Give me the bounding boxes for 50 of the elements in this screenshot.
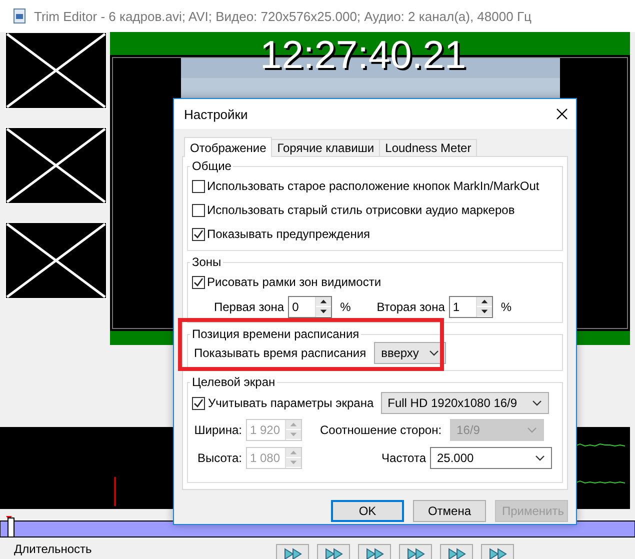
checkbox[interactable] (192, 228, 205, 240)
arrow-down-icon[interactable] (316, 307, 332, 316)
checkbox[interactable] (192, 396, 205, 410)
checkbox-label: Использовать старый стиль отрисовки аудио маркеров (207, 203, 515, 217)
empty-thumbnail-icon[interactable] (5, 222, 107, 299)
field-label: Частота (380, 451, 426, 465)
close-icon[interactable] (556, 108, 568, 120)
app-icon (12, 8, 28, 24)
group-title: Общие (191, 159, 232, 173)
field-label: Соотношение сторон: (320, 423, 442, 437)
empty-thumbnail-icon[interactable] (5, 32, 107, 109)
chevron-down-icon (429, 350, 440, 356)
tab[interactable]: Отображение (184, 137, 272, 157)
tab[interactable]: Горячие клавиши (271, 139, 380, 157)
field-label: Высота: (196, 451, 242, 465)
checkbox-label: Использовать старое расположение кнопок MarkIn/MarkOut (207, 179, 540, 193)
field-label: Первая зона (214, 300, 284, 314)
spin-field[interactable]: 1 (448, 296, 493, 318)
duration-label: Длительность (14, 542, 93, 556)
arrow-up-icon[interactable] (476, 297, 492, 306)
dialog-button[interactable]: OK (331, 500, 404, 522)
checkbox[interactable] (192, 180, 205, 192)
group-title: Зоны (191, 255, 222, 269)
group-title: Позиция времени расписания (191, 327, 360, 341)
checkbox-label: Показывать предупреждения (207, 227, 370, 241)
dialog-title: Настройки (184, 106, 248, 122)
arrow-down-icon[interactable] (476, 307, 492, 316)
unit-label: % (500, 300, 512, 314)
field-label: Ширина: (193, 423, 242, 437)
empty-thumbnail-icon[interactable] (5, 127, 107, 204)
unit-label: % (340, 300, 351, 314)
field-label: Показывать время расписания (194, 346, 366, 360)
checkbox[interactable] (192, 276, 205, 288)
timecode: 12:27:40.21 (260, 34, 466, 78)
checkbox-label: Рисовать рамки зон видимости (207, 275, 382, 289)
tab[interactable]: Loudness Meter (379, 139, 478, 157)
spin-field[interactable]: 0 (288, 296, 332, 318)
dropdown[interactable]: вверху (374, 342, 446, 364)
chevron-down-icon (532, 400, 542, 406)
checkbox[interactable] (192, 204, 205, 216)
dropdown[interactable]: 25.000 (430, 447, 552, 469)
chevron-down-icon (526, 427, 537, 433)
arrow-up-icon[interactable] (316, 297, 332, 306)
dropdown[interactable]: Full HD 1920x1080 16/9 (380, 392, 549, 414)
chevron-down-icon (535, 455, 545, 461)
window-title: Trim Editor - 6 кадров.avi; AVI; Видео: 720x576x25.000; Аудио: 2 канал(а), 48000 Гц (34, 8, 532, 24)
group-title: Целевой экран (191, 375, 276, 389)
field-label: Вторая зона (376, 300, 445, 314)
checkbox-label: Учитывать параметры экрана (208, 396, 374, 410)
dialog-button[interactable]: Отмена (413, 500, 486, 522)
